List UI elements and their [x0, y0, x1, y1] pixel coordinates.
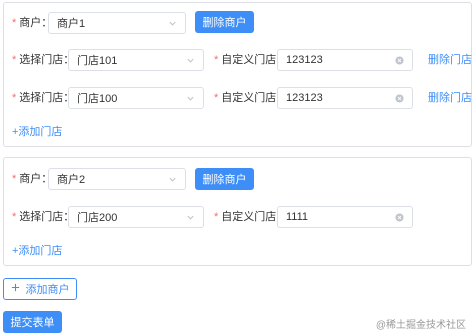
- custom-store-value: 123123: [286, 54, 323, 66]
- custom-store-input[interactable]: 123123: [277, 87, 413, 109]
- add-store-link[interactable]: +添加门店: [12, 120, 62, 144]
- add-merchant-button[interactable]: 添加商户: [3, 278, 77, 300]
- merchant-select[interactable]: 商户2: [48, 168, 186, 190]
- store-select[interactable]: 门店100: [68, 87, 204, 109]
- merchant-select-value: 商户1: [57, 18, 86, 30]
- submit-form-button[interactable]: 提交表单: [3, 311, 62, 333]
- delete-store-link[interactable]: 删除门店: [428, 86, 472, 110]
- circle-close-icon[interactable]: [394, 212, 404, 222]
- choose-store-label: * 选择门店：: [12, 211, 75, 223]
- custom-store-value: 1111: [286, 211, 309, 223]
- chevron-down-icon: [167, 174, 177, 184]
- watermark: @稀土掘金技术社区: [375, 320, 466, 331]
- merchant-label: * 商户：: [12, 173, 53, 185]
- custom-store-input[interactable]: 1111: [277, 206, 413, 228]
- delete-store-link[interactable]: 删除门店: [428, 48, 472, 72]
- merchant-select[interactable]: 商户1: [48, 12, 186, 34]
- merchant-label: * 商户：: [12, 17, 53, 29]
- merchant-card-2: * 商户： 商户2 删除商户 * 选择门店： 门店200 * 自定义门店： 1111 …: [3, 157, 472, 266]
- chevron-down-icon: [167, 18, 177, 28]
- add-store-link[interactable]: +添加门店: [12, 239, 62, 263]
- plus-icon: [11, 283, 20, 295]
- chevron-down-icon: [185, 93, 195, 103]
- custom-store-input[interactable]: 123123: [277, 49, 413, 71]
- chevron-down-icon: [185, 55, 195, 65]
- chevron-down-icon: [185, 212, 195, 222]
- store-select[interactable]: 门店101: [68, 49, 204, 71]
- merchant-select-value: 商户2: [57, 174, 86, 186]
- custom-store-value: 123123: [286, 92, 323, 104]
- delete-merchant-button[interactable]: 删除商户: [195, 11, 254, 33]
- store-select[interactable]: 门店200: [68, 206, 204, 228]
- add-merchant-label: 添加商户: [25, 284, 70, 296]
- choose-store-label: * 选择门店：: [12, 92, 75, 104]
- delete-merchant-button[interactable]: 删除商户: [195, 168, 254, 190]
- store-select-value: 门店100: [77, 93, 118, 105]
- circle-close-icon[interactable]: [394, 93, 404, 103]
- store-select-value: 门店101: [77, 55, 118, 67]
- store-select-value: 门店200: [77, 212, 118, 224]
- choose-store-label: * 选择门店：: [12, 54, 75, 66]
- merchant-card-1: * 商户： 商户1 删除商户 * 选择门店： 门店101 * 自定义门店： 12312…: [3, 2, 472, 147]
- circle-close-icon[interactable]: [394, 55, 404, 65]
